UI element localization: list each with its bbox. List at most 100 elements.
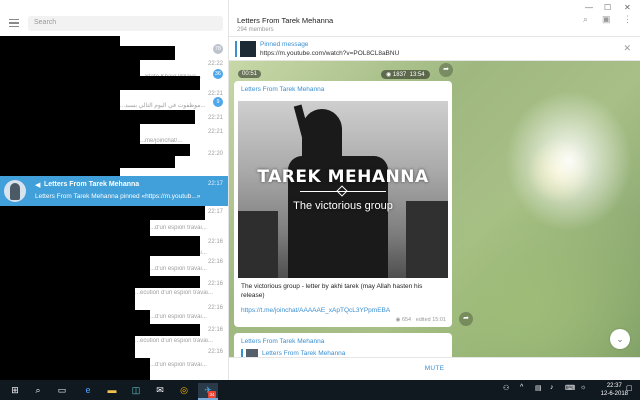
redaction: [0, 76, 200, 90]
minimize-icon[interactable]: —: [585, 3, 593, 12]
previous-media-message[interactable]: 00:51 ◉ 1837 13:54: [234, 66, 452, 80]
channel-icon: ◀: [35, 182, 41, 189]
chat-time: 22:21: [207, 115, 223, 121]
redaction: [0, 276, 200, 288]
language-icon[interactable]: ☼: [580, 384, 586, 391]
chat-preview: ...écution d'un espion travai...: [135, 290, 213, 296]
share-icon[interactable]: ➦: [459, 312, 473, 326]
clock-time: 22:37: [606, 383, 622, 389]
clock-date: 12-6-2018: [600, 391, 628, 397]
redaction: [0, 336, 135, 358]
chat-header: — ☐ ✕ Letters From Tarek Mehanna 294 mem…: [229, 0, 640, 37]
chat-time: 22:16: [207, 327, 223, 333]
avatar: [4, 180, 26, 202]
redaction: [0, 36, 120, 46]
pinned-thumbnail: [240, 41, 256, 57]
file-explorer-icon[interactable]: ▬: [105, 383, 119, 397]
redaction: [0, 256, 150, 276]
eye-icon: ◉: [386, 72, 393, 78]
chevron-up-icon[interactable]: ^: [520, 384, 523, 391]
chat-panel: — ☐ ✕ Letters From Tarek Mehanna 294 mem…: [229, 0, 640, 380]
views-count: 654: [401, 317, 412, 323]
chat-title[interactable]: Letters From Tarek Mehanna: [237, 16, 333, 25]
mail-icon[interactable]: ✉: [153, 383, 167, 397]
chat-preview: ...d'un espion travai...: [150, 266, 207, 272]
message-link[interactable]: https://t.me/joinchat/AAAAAE_xApTQcL3YPp…: [241, 307, 390, 314]
redaction: [0, 168, 120, 176]
redaction: [0, 144, 190, 156]
volume-icon[interactable]: ♪: [550, 384, 554, 391]
pinned-text: https://m.youtube.com/watch?v=POL8CL8aBN…: [260, 50, 400, 57]
chat-time: 22:20: [207, 151, 223, 157]
redaction: [0, 110, 195, 124]
member-count: 294 members: [237, 27, 274, 33]
edited-time: edited 15:01: [415, 317, 446, 323]
redaction: [0, 324, 200, 336]
redaction: [0, 358, 150, 380]
redaction: [0, 90, 120, 110]
photo-title: TAREK MEHANNA: [257, 167, 429, 187]
sidebar-top-bar: Search: [0, 12, 228, 34]
search-input[interactable]: Search: [28, 16, 223, 31]
redaction: [0, 310, 150, 324]
maximize-icon[interactable]: ☐: [604, 3, 611, 12]
redaction: [0, 236, 200, 256]
redaction: [0, 124, 140, 144]
pinned-label: Pinned message: [260, 41, 309, 48]
views-count: 1837: [392, 72, 407, 78]
chat-preview: ...d'un espion travai...: [150, 225, 207, 231]
chat-list-item-active[interactable]: ◀ Letters From Tarek Mehanna 22:17 Lette…: [0, 176, 228, 206]
redaction: [0, 156, 175, 168]
chat-time: 22:17: [207, 209, 223, 215]
chat-preview: ...d'un espion travai...: [150, 362, 207, 368]
edge-icon[interactable]: e: [81, 383, 95, 397]
info-icon[interactable]: ▣: [602, 14, 611, 25]
chat-time: 22:17: [207, 181, 223, 187]
search-icon[interactable]: ⌕: [31, 383, 45, 397]
chat-title: Letters From Tarek Mehanna: [44, 181, 140, 188]
forward-author[interactable]: Letters From Tarek Mehanna: [262, 350, 345, 357]
chat-background: 00:51 ◉ 1837 13:54 ➦ Letters From Tarek …: [229, 61, 640, 363]
chat-preview: ...موظفوت في اليوم التالي بسبد...: [120, 103, 206, 109]
mute-button[interactable]: MUTE: [229, 365, 640, 372]
video-duration: 00:51: [238, 70, 262, 78]
menu-icon[interactable]: [9, 19, 19, 28]
scroll-down-button[interactable]: ⌄: [610, 329, 630, 349]
message-bubble[interactable]: Letters From Tarek Mehanna TAREK MEHANNA…: [234, 81, 452, 327]
pinned-message-bar[interactable]: Pinned message https://m.youtube.com/wat…: [229, 37, 640, 61]
windows-start-icon[interactable]: ⊞: [8, 383, 22, 397]
people-icon[interactable]: ⚇: [503, 384, 509, 392]
photo-figure: [238, 211, 278, 278]
unread-badge: 78: [212, 44, 223, 54]
redaction: [0, 220, 150, 236]
chat-time: 22:16: [207, 349, 223, 355]
more-icon[interactable]: ⋮: [623, 14, 632, 25]
task-view-icon[interactable]: ▭: [55, 383, 69, 397]
close-window-icon[interactable]: ✕: [624, 3, 631, 12]
store-icon[interactable]: ◫: [129, 383, 143, 397]
photo-subtitle: The victorious group: [293, 200, 393, 212]
keyboard-icon[interactable]: ⌨: [565, 384, 575, 392]
share-icon[interactable]: ➦: [439, 63, 453, 77]
message-time: 13:54: [409, 72, 425, 78]
message-author[interactable]: Letters From Tarek Mehanna: [241, 338, 324, 345]
taskbar: ⊞ ⌕ ▭ e ▬ ◫ ✉ ◎ ✈ 34 ⚇ ^ ▤ ♪ ⌨ ☼ 22:37 1…: [0, 380, 640, 400]
redaction: [0, 288, 135, 310]
chat-preview: ...écution d'un espion travai...: [135, 338, 213, 344]
chat-preview: ...d'un espion travai...: [150, 314, 207, 320]
message-text: The victorious group - letter by akhi ta…: [241, 283, 423, 299]
redaction: [0, 206, 205, 220]
chrome-icon[interactable]: ◎: [177, 383, 191, 397]
message-meta: ◉ 654 edited 15:01: [396, 317, 446, 323]
notifications-icon[interactable]: ▢: [626, 384, 633, 392]
views-badge: ◉ 1837 13:54: [381, 70, 430, 79]
chat-preview: Letters From Tarek Mehanna pinned «https…: [35, 193, 201, 200]
photo-figure: [406, 201, 448, 278]
network-icon[interactable]: ▤: [535, 384, 542, 392]
message-author[interactable]: Letters From Tarek Mehanna: [241, 86, 324, 93]
pinned-accent-bar: [235, 41, 237, 57]
close-icon[interactable]: ✕: [623, 43, 631, 54]
message-photo[interactable]: TAREK MEHANNA The victorious group: [238, 101, 448, 278]
system-clock[interactable]: 22:37 12-6-2018: [601, 382, 628, 398]
search-icon[interactable]: ⌕: [583, 14, 588, 25]
